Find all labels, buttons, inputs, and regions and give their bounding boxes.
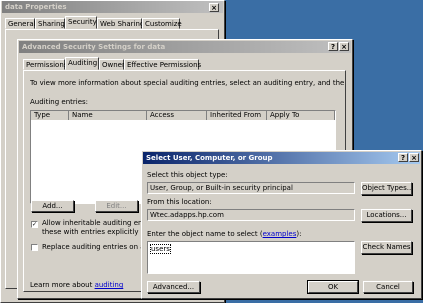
check-names-button[interactable]: Check Names (361, 241, 412, 254)
tab-owner[interactable]: Owner (99, 59, 125, 70)
location-field: Wtec.adapps.hp.com (147, 209, 355, 221)
add-button[interactable]: Add... (31, 200, 74, 212)
advanced-close-icon[interactable]: × (339, 42, 349, 51)
advanced-help-icon[interactable]: ? (328, 42, 338, 51)
tab-permissions[interactable]: Permissions (23, 59, 67, 70)
auditing-entries-label: Auditing entries: (30, 98, 89, 106)
learn-more-text: Learn more about auditing (30, 281, 123, 289)
data-properties-tabs: General Sharing Security Web Sharing Cus… (5, 16, 205, 29)
enter-object-label: Enter the object name to select (example… (147, 230, 301, 238)
select-user-dialog: Select User, Computer, or Group ? × Sele… (141, 150, 422, 299)
ok-button[interactable]: OK (307, 280, 359, 294)
object-types-button[interactable]: Object Types... (361, 182, 413, 195)
tab-customize[interactable]: Customize (142, 18, 182, 29)
locations-button[interactable]: Locations... (361, 209, 412, 222)
data-properties-title: data Properties (5, 3, 67, 11)
tab-auditing[interactable]: Auditing (65, 57, 99, 70)
object-type-field: User, Group, or Built-in security princi… (147, 182, 355, 194)
learn-more-label: Learn more about (30, 281, 95, 289)
allow-inheritable-checkbox[interactable]: ✓ (31, 221, 38, 228)
object-name-input[interactable]: users (147, 241, 355, 274)
tab-general[interactable]: General (5, 18, 36, 29)
edit-button[interactable]: Edit... (95, 200, 138, 212)
examples-link[interactable]: examples (263, 230, 297, 238)
auditing-instruction: To view more information about special a… (30, 79, 345, 87)
cancel-button[interactable]: Cancel (363, 281, 413, 293)
tab-web-sharing[interactable]: Web Sharing (97, 18, 144, 29)
object-type-label: Select this object type: (147, 171, 228, 179)
object-type-value: User, Group, or Built-in security princi… (150, 184, 293, 192)
object-name-value: users (150, 244, 171, 254)
column-type[interactable]: Type (31, 111, 69, 120)
location-value: Wtec.adapps.hp.com (150, 211, 224, 219)
advanced-button[interactable]: Advanced... (147, 281, 200, 293)
advanced-security-title: Advanced Security Settings for data (22, 43, 166, 51)
replace-entries-checkbox[interactable] (31, 244, 38, 251)
advanced-security-titlebar[interactable]: Advanced Security Settings for data (19, 41, 351, 53)
column-access[interactable]: Access (147, 111, 207, 120)
column-name[interactable]: Name (69, 111, 147, 120)
tab-security[interactable]: Security (65, 16, 97, 29)
select-close-icon[interactable]: × (409, 153, 419, 162)
advanced-tabs: Permissions Auditing Owner Effective Per… (23, 57, 273, 70)
select-help-icon[interactable]: ? (398, 153, 408, 162)
enter-object-label-end: ): (296, 230, 302, 238)
tab-sharing[interactable]: Sharing (35, 18, 65, 29)
column-inherited-from[interactable]: Inherited From (207, 111, 267, 120)
location-label: From this location: (147, 198, 212, 206)
auditing-link[interactable]: auditing (95, 281, 124, 289)
data-properties-close-icon[interactable]: × (209, 3, 219, 12)
enter-object-label-text: Enter the object name to select ( (147, 230, 263, 238)
data-properties-titlebar[interactable]: data Properties (2, 1, 223, 13)
column-apply-to[interactable]: Apply To (267, 111, 335, 120)
select-user-titlebar[interactable]: Select User, Computer, or Group (143, 152, 420, 164)
select-user-title: Select User, Computer, or Group (146, 154, 273, 162)
tab-effective-permissions[interactable]: Effective Permissions (124, 59, 201, 70)
